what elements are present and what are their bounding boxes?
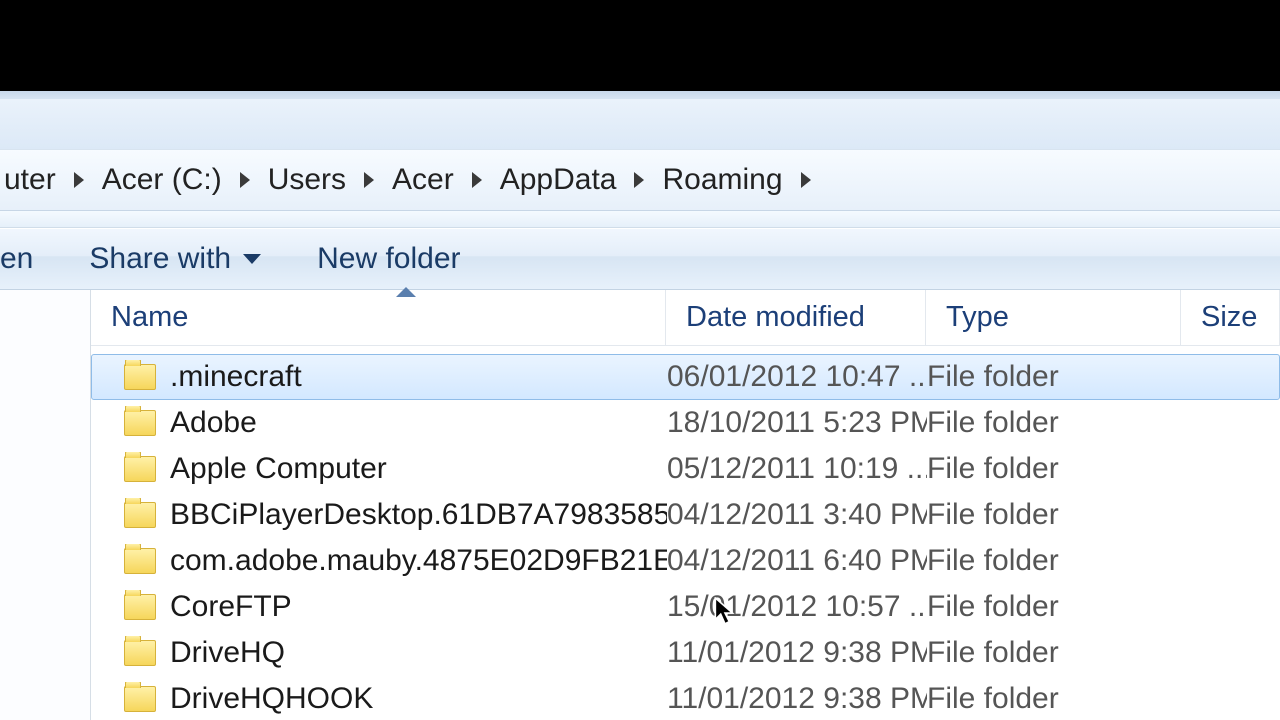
file-name: Adobe: [170, 406, 257, 440]
cell-type: File folder: [927, 406, 1182, 440]
chevron-right-icon[interactable]: [472, 172, 482, 188]
chevron-right-icon[interactable]: [634, 172, 644, 188]
cell-type: File folder: [927, 360, 1182, 394]
table-row[interactable]: DriveHQ 11/01/2012 9:38 PMFile folder: [91, 630, 1280, 676]
cell-name: DriveHQHOOK: [124, 682, 667, 716]
cell-name: .minecraft: [124, 360, 667, 394]
breadcrumb-segment[interactable]: Acer (C:): [98, 163, 226, 197]
cell-date-modified: 06/01/2012 10:47 ...: [667, 360, 927, 394]
column-header-date-modified[interactable]: Date modified: [666, 290, 926, 345]
cell-name: Adobe: [124, 406, 667, 440]
breadcrumb[interactable]: uter Acer (C:) Users Acer AppData Roamin…: [0, 163, 825, 197]
cell-name: DriveHQ: [124, 636, 667, 670]
cell-type: File folder: [927, 452, 1182, 486]
folder-icon: [124, 410, 156, 436]
cell-type: File folder: [927, 590, 1182, 624]
table-row[interactable]: Adobe 18/10/2011 5:23 PMFile folder: [91, 400, 1280, 446]
file-name: BBCiPlayerDesktop.61DB7A798358575D6...: [170, 498, 667, 532]
toolbar-label: Share with: [89, 242, 231, 276]
folder-icon: [124, 456, 156, 482]
file-name: DriveHQ: [170, 636, 285, 670]
chevron-right-icon[interactable]: [240, 172, 250, 188]
cell-date-modified: 04/12/2011 3:40 PM: [667, 498, 927, 532]
cell-name: BBCiPlayerDesktop.61DB7A798358575D6...: [124, 498, 667, 532]
file-name: .minecraft: [170, 360, 302, 394]
table-row[interactable]: CoreFTP 15/01/2012 10:57 ...File folder: [91, 584, 1280, 630]
letterbox-top: [0, 0, 1280, 90]
cell-date-modified: 05/12/2011 10:19 ...: [667, 452, 927, 486]
folder-icon: [124, 686, 156, 712]
folder-icon: [124, 594, 156, 620]
table-row[interactable]: DriveHQHOOK 11/01/2012 9:38 PMFile folder: [91, 676, 1280, 720]
breadcrumb-segment-partial[interactable]: uter: [0, 163, 60, 197]
share-with-button[interactable]: Share with: [61, 242, 289, 276]
file-name: com.adobe.mauby.4875E02D9FB21EE389...: [170, 544, 667, 578]
file-name: Apple Computer: [170, 452, 387, 486]
cell-type: File folder: [927, 544, 1182, 578]
toolbar: en Share with New folder: [0, 228, 1280, 290]
breadcrumb-segment[interactable]: Acer: [388, 163, 458, 197]
chevron-down-icon: [243, 254, 261, 264]
table-row[interactable]: com.adobe.mauby.4875E02D9FB21EE389...04/…: [91, 538, 1280, 584]
column-headers: Name Date modified Type Size: [91, 290, 1280, 346]
table-row[interactable]: BBCiPlayerDesktop.61DB7A798358575D6...04…: [91, 492, 1280, 538]
toolbar-label: New folder: [317, 242, 460, 276]
breadcrumb-segment[interactable]: Roaming: [658, 163, 786, 197]
cell-name: Apple Computer: [124, 452, 667, 486]
folder-icon: [124, 548, 156, 574]
cell-date-modified: 11/01/2012 9:38 PM: [667, 636, 927, 670]
rows-container: .minecraft06/01/2012 10:47 ...File folde…: [91, 346, 1280, 720]
cell-date-modified: 15/01/2012 10:57 ...: [667, 590, 927, 624]
cell-date-modified: 11/01/2012 9:38 PM: [667, 682, 927, 716]
navigation-pane[interactable]: [0, 290, 91, 720]
sort-ascending-icon: [396, 287, 416, 297]
column-header-name[interactable]: Name: [91, 290, 666, 345]
file-name: CoreFTP: [170, 590, 292, 624]
address-bar[interactable]: uter Acer (C:) Users Acer AppData Roamin…: [0, 149, 1280, 211]
column-header-type[interactable]: Type: [926, 290, 1181, 345]
cell-type: File folder: [927, 636, 1182, 670]
window-titlebar: [0, 99, 1280, 149]
cell-type: File folder: [927, 682, 1182, 716]
chevron-right-icon[interactable]: [74, 172, 84, 188]
cell-name: CoreFTP: [124, 590, 667, 624]
window-chrome-gap: [0, 90, 1280, 99]
folder-icon: [124, 364, 156, 390]
folder-icon: [124, 640, 156, 666]
content-area: Name Date modified Type Size .minecraft 0…: [0, 290, 1280, 720]
cell-type: File folder: [927, 498, 1182, 532]
table-row[interactable]: .minecraft 06/01/2012 10:47 ...File folde…: [91, 354, 1280, 400]
table-row[interactable]: Apple Computer 05/12/2011 10:19 ...File f…: [91, 446, 1280, 492]
breadcrumb-segment[interactable]: AppData: [496, 163, 621, 197]
chevron-right-icon[interactable]: [801, 172, 811, 188]
folder-icon: [124, 502, 156, 528]
breadcrumb-segment[interactable]: Users: [264, 163, 350, 197]
toolbar-item-open-partial[interactable]: en: [0, 242, 61, 276]
address-bar-underline: [0, 211, 1280, 228]
file-list-view[interactable]: Name Date modified Type Size .minecraft 0…: [91, 290, 1280, 720]
cell-date-modified: 18/10/2011 5:23 PM: [667, 406, 927, 440]
cell-date-modified: 04/12/2011 6:40 PM: [667, 544, 927, 578]
toolbar-label: en: [0, 242, 33, 276]
file-name: DriveHQHOOK: [170, 682, 373, 716]
new-folder-button[interactable]: New folder: [289, 242, 488, 276]
cell-name: com.adobe.mauby.4875E02D9FB21EE389...: [124, 544, 667, 578]
column-header-size[interactable]: Size: [1181, 290, 1280, 345]
chevron-right-icon[interactable]: [364, 172, 374, 188]
